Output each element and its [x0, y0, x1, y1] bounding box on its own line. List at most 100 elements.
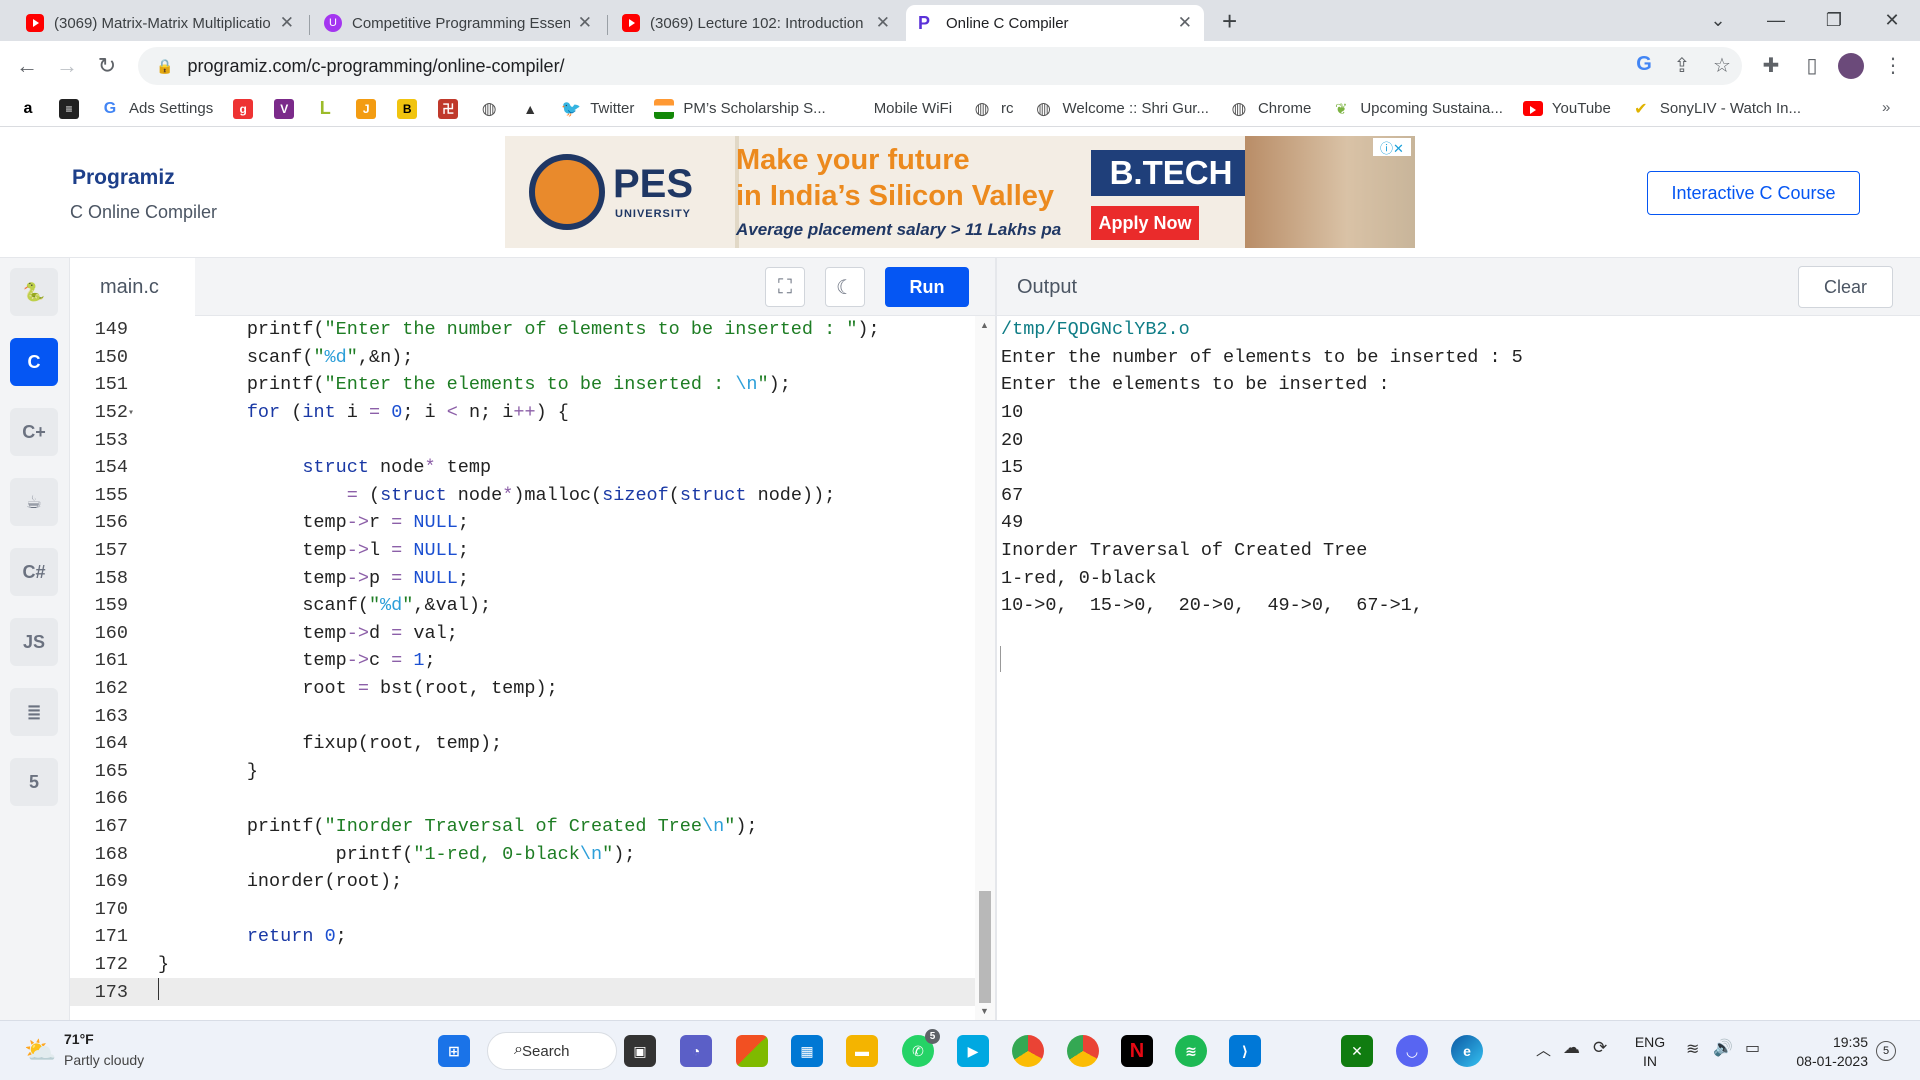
menu-kebab-icon[interactable]: ⋮ — [1880, 53, 1906, 78]
bookmark-rc[interactable]: ◍ rc — [972, 99, 1014, 119]
forward-icon[interactable]: → — [53, 53, 81, 79]
bookmark-icon[interactable]: V — [274, 98, 303, 119]
bookmark-mobile-wifi[interactable]: Mobile WiFi — [874, 100, 952, 117]
bookmark-icon[interactable]: ≡ — [59, 98, 88, 119]
whatsapp-icon[interactable]: ✆ 5 — [902, 1029, 940, 1067]
code-editor[interactable]: 149 printf("Enter the number of elements… — [70, 316, 975, 1020]
scrollbar-thumb[interactable] — [979, 891, 991, 1003]
bookmark-welcome[interactable]: ◍ Welcome :: Shri Gur... — [1034, 99, 1209, 119]
code-line: 170 — [94, 898, 128, 920]
address-bar[interactable]: 🔒 programiz.com/c-programming/online-com… — [138, 47, 1742, 85]
file-explorer-icon[interactable]: ▬ — [846, 1035, 878, 1067]
bookmark-ads-settings[interactable]: G Ads Settings — [100, 99, 213, 119]
close-tab-icon[interactable]: ✕ — [280, 13, 294, 33]
bookmarks-overflow-icon[interactable]: » — [1882, 99, 1890, 116]
bookmark-icon[interactable]: g — [233, 98, 262, 119]
teams-chat-icon[interactable]: ◔ — [680, 1035, 712, 1067]
close-tab-icon[interactable]: ✕ — [876, 13, 890, 33]
browser-tab[interactable]: U Competitive Programming Essen ✕ — [312, 5, 604, 41]
widgets-icon[interactable] — [736, 1035, 768, 1067]
fullscreen-icon[interactable]: ⛶ — [765, 267, 805, 307]
close-tab-icon[interactable]: ✕ — [1178, 13, 1192, 33]
extensions-icon[interactable]: ✚ — [1758, 53, 1784, 78]
bookmark-sonyliv[interactable]: ✔ SonyLIV - Watch In... — [1631, 99, 1801, 119]
tab-search-chevron-icon[interactable]: ⌄ — [1690, 0, 1746, 41]
chrome-icon[interactable] — [1012, 1035, 1044, 1067]
code-line: 158 temp->p = NULL; — [94, 567, 469, 589]
html5-icon[interactable]: 5 — [10, 758, 58, 806]
bookmark-chrome[interactable]: ◍ Chrome — [1229, 99, 1312, 119]
browser-tab[interactable]: (3069) Matrix-Matrix Multiplicatio ✕ — [14, 5, 306, 41]
bookmark-youtube[interactable]: YouTube — [1522, 100, 1611, 117]
dark-mode-moon-icon[interactable]: ☾ — [825, 267, 865, 307]
chrome-profile-icon[interactable] — [1067, 1035, 1099, 1067]
interactive-c-course-button[interactable]: Interactive C Course — [1647, 171, 1860, 215]
wifi-icon[interactable]: ≋ — [1686, 1039, 1699, 1059]
editor-scrollbar[interactable]: ▲ ▼ — [975, 316, 995, 1020]
browser-tab[interactable]: (3069) Lecture 102: Introduction ✕ — [610, 5, 902, 41]
youtube-icon — [1522, 101, 1543, 116]
output-line: 10->0, 15->0, 20->0, 49->0, 67->1, — [1001, 595, 1423, 617]
close-tab-icon[interactable]: ✕ — [578, 13, 592, 33]
prime-video-icon[interactable]: ▶ — [957, 1035, 989, 1067]
scroll-up-icon[interactable]: ▲ — [980, 320, 989, 330]
window-close-icon[interactable]: ✕ — [1864, 0, 1920, 41]
share-icon[interactable]: ⇪ — [1669, 53, 1695, 78]
advertisement-banner[interactable]: PES UNIVERSITY Make your future in India… — [505, 136, 1415, 248]
taskbar-search[interactable]: ⌕ Search — [487, 1032, 617, 1070]
windows-start-icon[interactable]: ⊞ — [438, 1035, 470, 1067]
javascript-icon[interactable]: JS — [10, 618, 58, 666]
minimize-icon[interactable]: — — [1748, 0, 1804, 41]
microsoft-store-icon[interactable]: ▦ — [791, 1035, 823, 1067]
spotify-icon[interactable]: ≋ — [1175, 1035, 1207, 1067]
amazon-bookmark-icon[interactable]: a — [18, 99, 47, 119]
code-line: 154 struct node* temp — [94, 457, 492, 479]
side-panel-icon[interactable]: ▯ — [1799, 53, 1825, 78]
file-tab-main-c[interactable]: main.c — [70, 258, 195, 316]
browser-tab-active[interactable]: P Online C Compiler ✕ — [906, 5, 1204, 41]
python-icon[interactable]: 🐍 — [10, 268, 58, 316]
notification-center-icon[interactable]: 5 — [1876, 1041, 1896, 1061]
output-line: Enter the elements to be inserted : — [1001, 374, 1390, 396]
scroll-down-icon[interactable]: ▼ — [980, 1006, 989, 1016]
back-icon[interactable]: ← — [13, 53, 41, 79]
bookmark-upcoming[interactable]: ❦ Upcoming Sustaina... — [1331, 99, 1503, 119]
new-tab-icon[interactable]: + — [1222, 6, 1237, 37]
programiz-logo[interactable]: Programiz — [72, 166, 175, 190]
apply-now-button[interactable]: Apply Now — [1091, 206, 1199, 240]
java-icon[interactable]: ☕ — [10, 478, 58, 526]
bookmark-twitter[interactable]: 🐦 Twitter — [561, 99, 634, 119]
csharp-icon[interactable]: C# — [10, 548, 58, 596]
edge-icon[interactable]: e — [1451, 1035, 1483, 1067]
onedrive-cloud-icon[interactable]: ☁ — [1563, 1038, 1580, 1058]
battery-icon[interactable]: ▭ — [1745, 1038, 1760, 1058]
graduation-cap-icon[interactable]: ▲ — [520, 99, 549, 119]
reload-icon[interactable]: ↻ — [93, 53, 121, 79]
bookmark-star-icon[interactable]: ☆ — [1709, 53, 1735, 78]
netflix-icon[interactable]: N — [1121, 1035, 1153, 1067]
clear-button[interactable]: Clear — [1798, 266, 1893, 308]
bookmark-icon[interactable]: L — [315, 98, 344, 119]
globe-icon[interactable]: ◍ — [479, 99, 508, 119]
bookmark-icon[interactable]: B — [397, 98, 426, 119]
c-language-icon[interactable]: C — [10, 338, 58, 386]
sql-database-icon[interactable]: ≣ — [10, 688, 58, 736]
tray-chevron-up-icon[interactable]: ︿ — [1536, 1039, 1551, 1060]
discord-icon[interactable]: ◡ — [1396, 1035, 1428, 1067]
restore-icon[interactable]: ❐ — [1806, 0, 1862, 41]
profile-avatar[interactable] — [1838, 53, 1864, 79]
volume-icon[interactable]: 🔊 — [1713, 1038, 1733, 1058]
cpp-icon[interactable]: C+ — [10, 408, 58, 456]
bookmark-icon[interactable]: J — [356, 98, 385, 119]
ad-choices-close-icon[interactable]: ⓘ✕ — [1373, 138, 1411, 156]
xbox-icon[interactable]: ✕ — [1341, 1035, 1373, 1067]
google-translate-icon[interactable]: G — [1631, 53, 1657, 76]
task-view-icon[interactable]: ▣ — [624, 1035, 656, 1067]
bookmark-icon[interactable]: 卍 — [438, 98, 467, 119]
run-button[interactable]: Run — [885, 267, 969, 307]
output-console[interactable]: /tmp/FQDGNclYB2.o Enter the number of el… — [997, 316, 1920, 1020]
sync-icon[interactable]: ⟳ — [1593, 1038, 1607, 1058]
bookmark-pm-scholarship[interactable]: PM’s Scholarship S... — [654, 98, 826, 119]
weather-icon[interactable]: ⛅ — [24, 1035, 56, 1066]
vscode-icon[interactable]: ⟩ — [1229, 1035, 1261, 1067]
